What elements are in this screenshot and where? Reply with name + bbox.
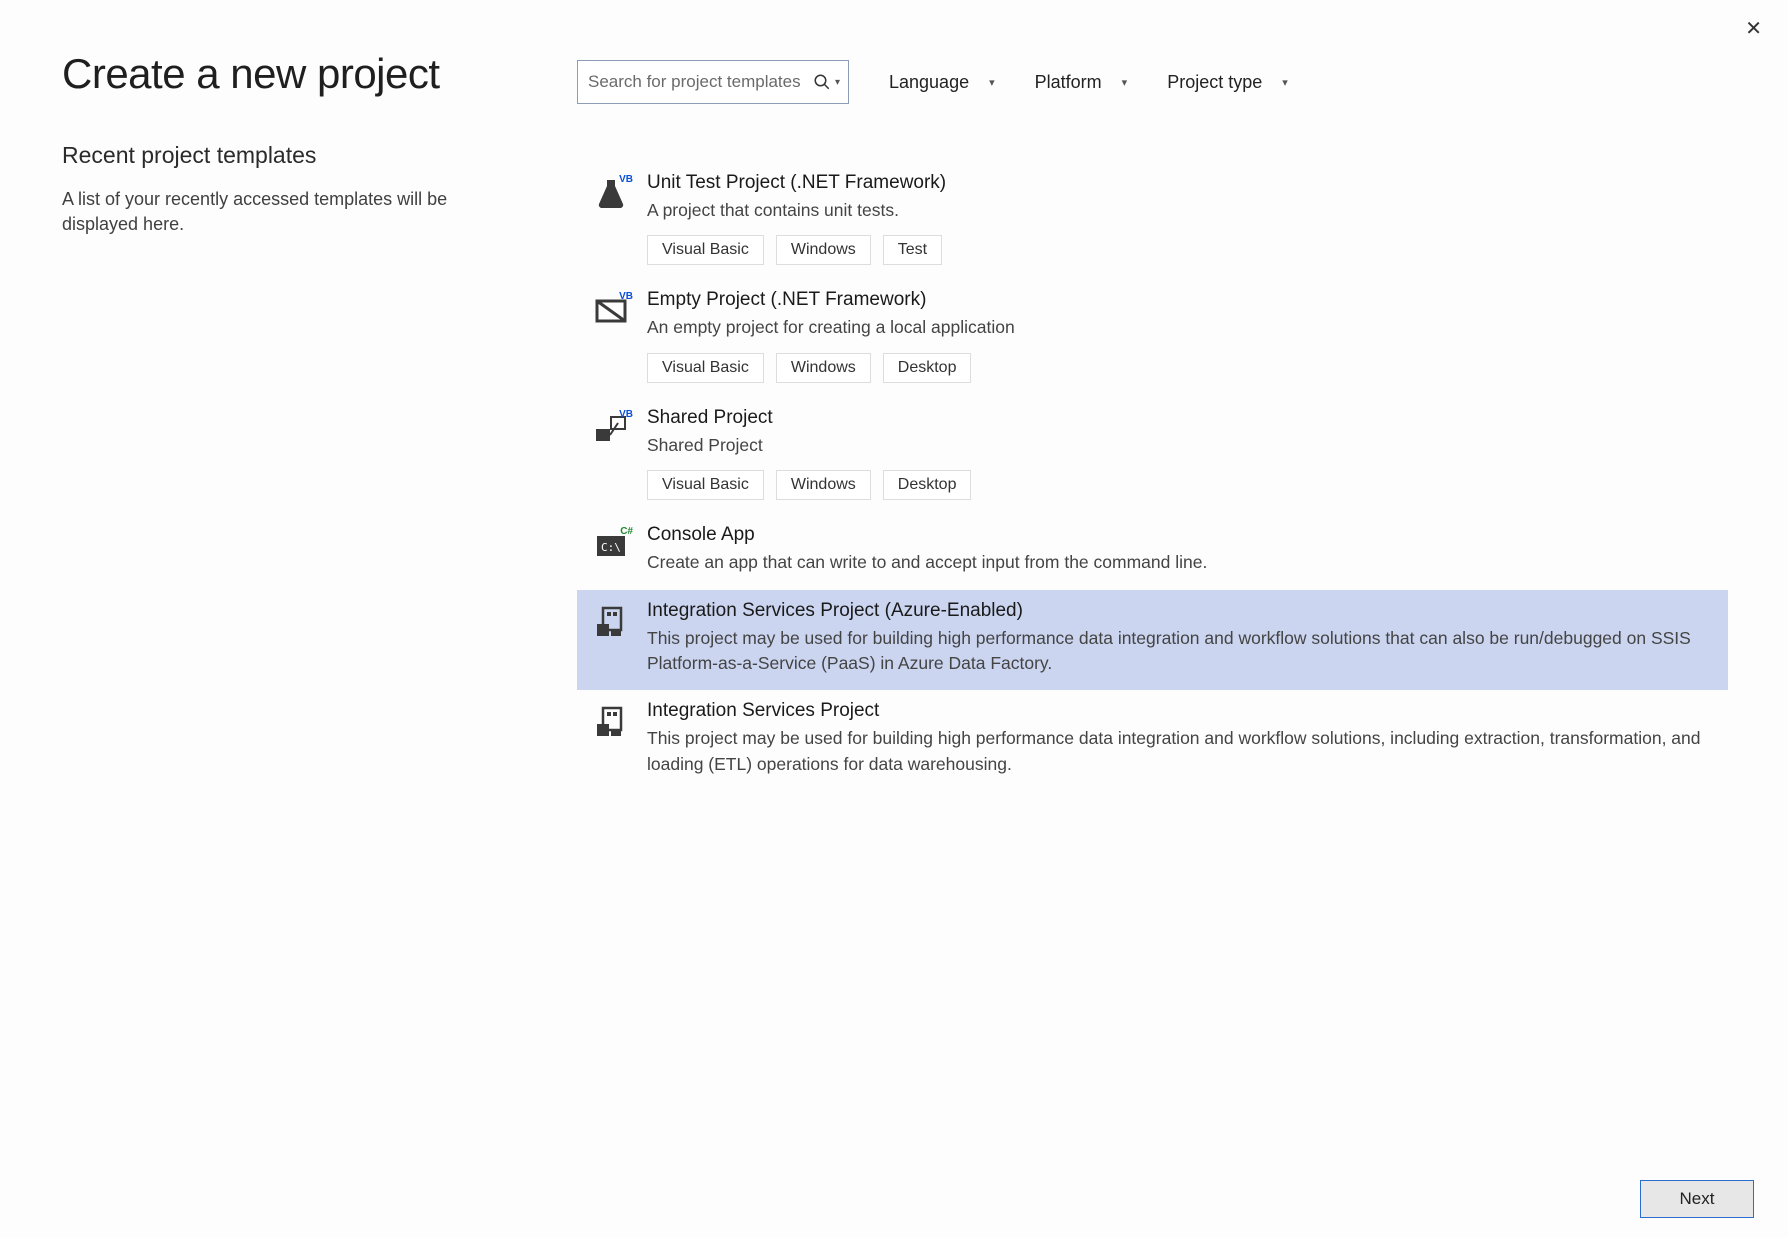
template-body: Integration Services Project (Azure-Enab… [647,600,1712,677]
filter-platform[interactable]: Platform ▾ [1035,72,1128,93]
left-column: Create a new project Recent project temp… [62,50,492,791]
template-tag: Windows [776,470,871,500]
template-item[interactable]: Integration Services Project This project… [577,690,1728,791]
template-body: Empty Project (.NET Framework) An empty p… [647,289,1712,382]
template-item[interactable]: VB Unit Test Project (.NET Framework) A pr… [577,162,1728,279]
template-body: Unit Test Project (.NET Framework) A proj… [647,172,1712,265]
filter-project-type-label: Project type [1167,72,1262,93]
template-item[interactable]: VB Shared Project Shared Project Visual Bas… [577,397,1728,514]
template-title: Console App [647,524,1712,546]
template-description: Create an app that can write to and acce… [647,550,1712,575]
template-description: Shared Project [647,433,1712,458]
chevron-down-icon: ▾ [989,76,995,89]
template-tag: Desktop [883,470,972,500]
recent-templates-empty-message: A list of your recently accessed templat… [62,187,492,237]
template-tag: Windows [776,353,871,383]
search-input[interactable] [588,72,813,92]
template-body: Shared Project Shared Project Visual Basic… [647,407,1712,500]
template-tags: Visual Basic Windows Desktop [647,470,1712,500]
template-title: Integration Services Project [647,700,1712,722]
search-box[interactable]: ▾ [577,60,849,104]
template-description: A project that contains unit tests. [647,198,1712,223]
template-tags: Visual Basic Windows Desktop [647,353,1712,383]
close-button[interactable]: ✕ [1737,12,1770,45]
filter-row: ▾ Language ▾ Platform ▾ Project type ▾ [577,60,1728,104]
dialog-body: Create a new project Recent project temp… [0,0,1788,791]
template-tag: Visual Basic [647,353,764,383]
filter-language-label: Language [889,72,969,93]
flask-vb-icon: VB [593,176,629,212]
filter-platform-label: Platform [1035,72,1102,93]
template-body: Integration Services Project This project… [647,700,1712,777]
template-title: Shared Project [647,407,1712,429]
shared-vb-icon: VB [593,411,629,447]
chevron-down-icon: ▾ [1282,76,1288,89]
template-title: Empty Project (.NET Framework) [647,289,1712,311]
close-icon: ✕ [1745,18,1762,40]
template-tag: Test [883,235,942,265]
empty-vb-icon: VB [593,293,629,329]
console-cs-icon: C:\C# [593,528,629,564]
chevron-down-icon: ▾ [1122,76,1128,89]
recent-templates-heading: Recent project templates [62,142,492,169]
template-description: This project may be used for building hi… [647,626,1712,677]
template-tags: Visual Basic Windows Test [647,235,1712,265]
template-tag: Windows [776,235,871,265]
template-description: An empty project for creating a local ap… [647,315,1712,340]
ssis-icon [593,604,629,640]
template-description: This project may be used for building hi… [647,726,1712,777]
template-tag: Visual Basic [647,470,764,500]
filter-project-type[interactable]: Project type ▾ [1167,72,1288,93]
template-body: Console App Create an app that can write … [647,524,1712,575]
template-list: VB Unit Test Project (.NET Framework) A pr… [577,162,1728,791]
filter-language[interactable]: Language ▾ [889,72,995,93]
svg-text:C:\: C:\ [601,541,621,554]
template-item[interactable]: C:\C# Console App Create an app that can w… [577,514,1728,589]
search-icon [813,73,831,91]
page-title: Create a new project [62,50,492,98]
template-item[interactable]: Integration Services Project (Azure-Enab… [577,590,1728,691]
template-title: Unit Test Project (.NET Framework) [647,172,1712,194]
template-item[interactable]: VB Empty Project (.NET Framework) An empty… [577,279,1728,396]
ssis-icon [593,704,629,740]
search-dropdown-caret-icon[interactable]: ▾ [835,77,840,88]
template-tag: Desktop [883,353,972,383]
template-tag: Visual Basic [647,235,764,265]
template-title: Integration Services Project (Azure-Enab… [647,600,1712,622]
right-column: ▾ Language ▾ Platform ▾ Project type ▾ V… [577,50,1728,791]
next-button[interactable]: Next [1640,1180,1754,1218]
